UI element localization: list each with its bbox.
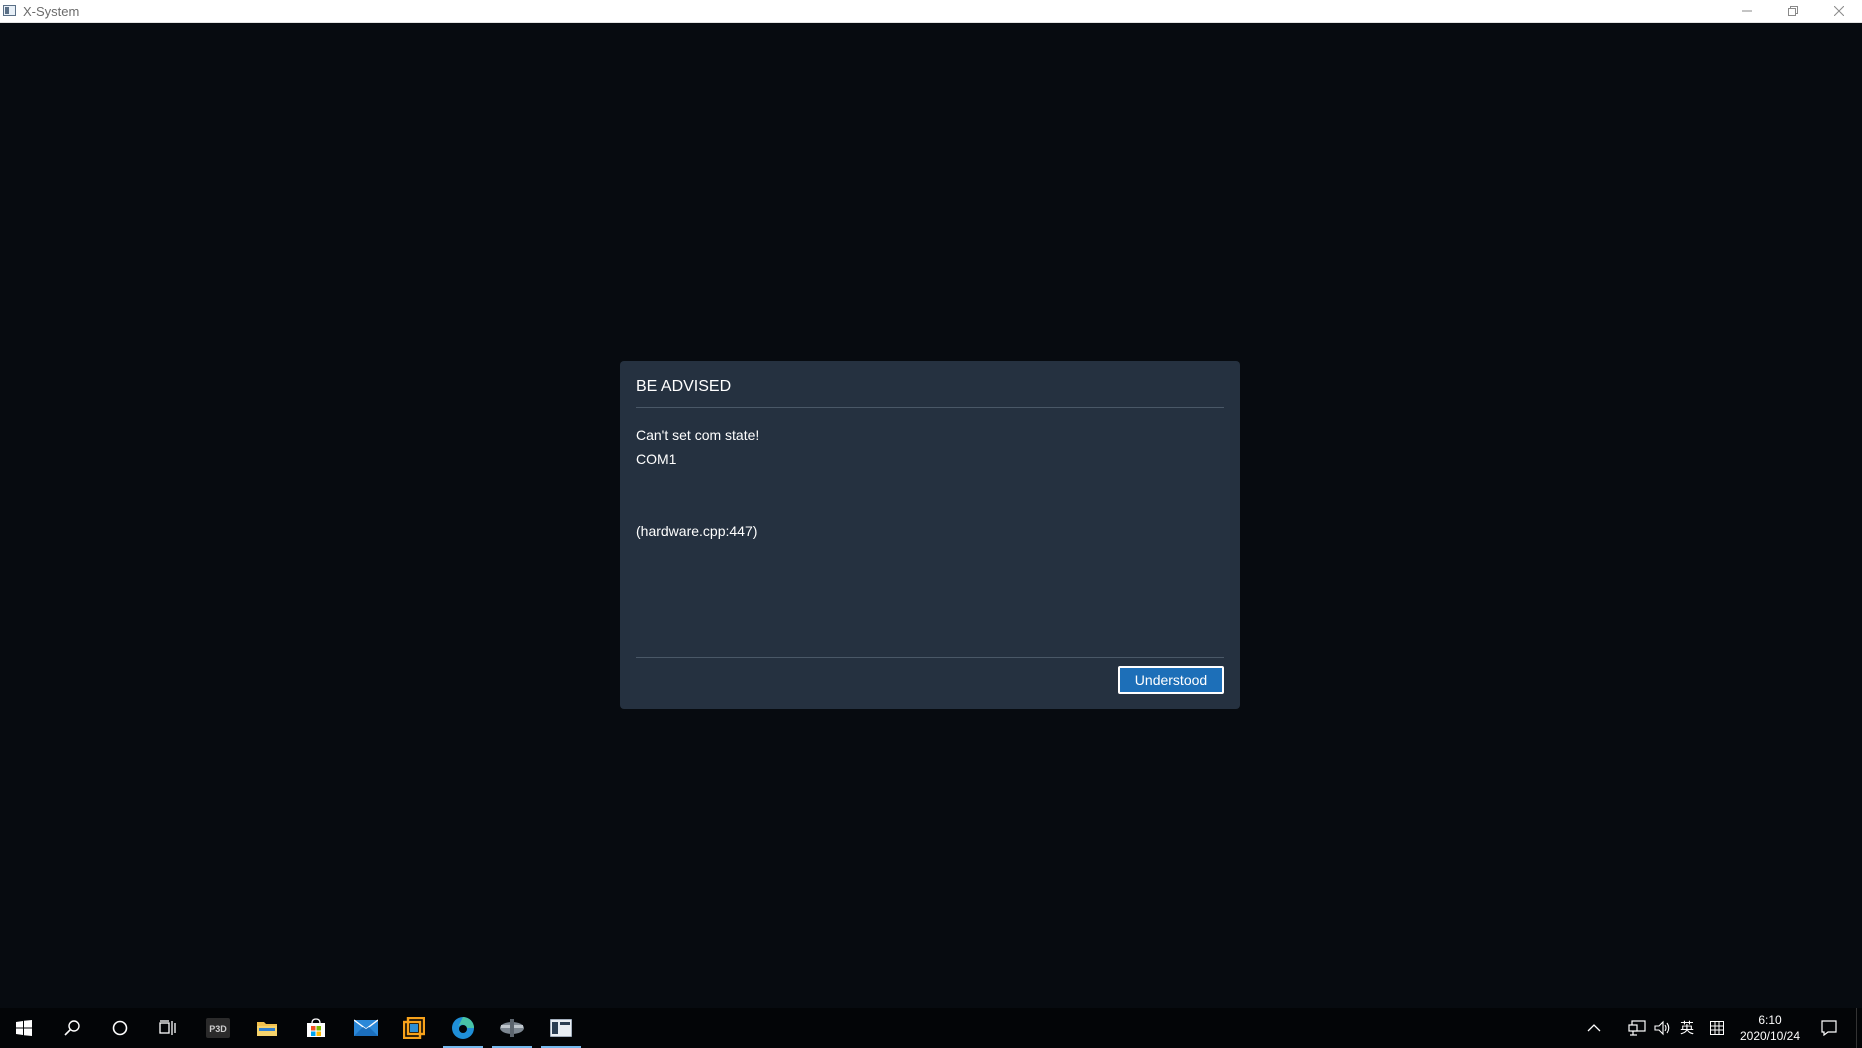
window-title-bar: X-System bbox=[0, 0, 1862, 23]
understood-button[interactable]: Understood bbox=[1118, 666, 1224, 694]
network-button[interactable] bbox=[1626, 1008, 1648, 1048]
aircraft-app-icon bbox=[500, 1019, 524, 1037]
orange-app-icon bbox=[403, 1017, 425, 1039]
chevron-up-icon bbox=[1587, 1024, 1601, 1032]
store-button[interactable] bbox=[292, 1008, 340, 1048]
clock-date: 2020/10/24 bbox=[1739, 1029, 1801, 1043]
notification-icon bbox=[1821, 1020, 1837, 1036]
source-reference: (hardware.cpp:447) bbox=[636, 523, 758, 539]
network-icon bbox=[1628, 1020, 1646, 1036]
message-line: Can't set com state! bbox=[636, 427, 760, 443]
orange-app-button[interactable] bbox=[390, 1008, 438, 1048]
dialog-footer-divider bbox=[636, 657, 1224, 658]
advisory-dialog: BE ADVISED Can't set com state! COM1 (ha… bbox=[620, 361, 1240, 709]
dialog-header-divider bbox=[636, 407, 1224, 408]
tray-overflow-button[interactable] bbox=[1580, 1008, 1608, 1048]
action-center-button[interactable] bbox=[1816, 1008, 1842, 1048]
p3d-app-button[interactable]: P3D bbox=[194, 1008, 242, 1048]
minimize-button[interactable] bbox=[1724, 0, 1770, 22]
file-explorer-button[interactable] bbox=[243, 1008, 291, 1048]
close-icon bbox=[1834, 6, 1844, 16]
start-button[interactable] bbox=[0, 1008, 48, 1048]
p3d-app-icon: P3D bbox=[206, 1018, 230, 1038]
ime-indicator[interactable]: 英 bbox=[1676, 1008, 1698, 1048]
minimize-icon bbox=[1742, 10, 1752, 12]
restore-icon bbox=[1788, 6, 1798, 16]
mail-button[interactable] bbox=[342, 1008, 390, 1048]
x-system-app-button[interactable] bbox=[537, 1008, 585, 1048]
window-controls bbox=[1724, 0, 1862, 23]
app-window-icon bbox=[3, 5, 16, 16]
p3d-label: P3D bbox=[209, 1024, 227, 1034]
taskbar-clock[interactable]: 6:10 2020/10/24 bbox=[1730, 1012, 1810, 1044]
ime-mode-button[interactable] bbox=[1706, 1008, 1728, 1048]
ime-grid-icon bbox=[1710, 1021, 1724, 1035]
edge-icon bbox=[452, 1017, 474, 1039]
show-desktop-button[interactable] bbox=[1856, 1008, 1862, 1048]
clock-time: 6:10 bbox=[1758, 1013, 1782, 1027]
search-button[interactable] bbox=[48, 1008, 96, 1048]
store-icon bbox=[307, 1018, 325, 1037]
task-view-button[interactable] bbox=[144, 1008, 192, 1048]
task-view-icon bbox=[159, 1020, 176, 1035]
dialog-message: Can't set com state! COM1 (hardware.cpp:… bbox=[636, 423, 1224, 543]
cortana-button[interactable] bbox=[96, 1008, 144, 1048]
start-icon bbox=[16, 1020, 32, 1036]
volume-button[interactable] bbox=[1652, 1008, 1674, 1048]
edge-button[interactable] bbox=[439, 1008, 487, 1048]
cortana-icon bbox=[112, 1020, 128, 1036]
restore-button[interactable] bbox=[1770, 0, 1816, 22]
file-explorer-icon bbox=[257, 1022, 277, 1036]
x-system-app-icon bbox=[550, 1019, 572, 1037]
close-button[interactable] bbox=[1816, 0, 1862, 22]
mail-icon bbox=[354, 1019, 378, 1036]
aircraft-app-button[interactable] bbox=[488, 1008, 536, 1048]
window-title: X-System bbox=[23, 4, 80, 19]
volume-icon bbox=[1654, 1020, 1670, 1036]
search-icon bbox=[64, 1020, 80, 1036]
taskbar: P3D 英 6:10 2020/10/24 bbox=[0, 1008, 1862, 1048]
message-line: COM1 bbox=[636, 451, 677, 467]
dialog-title: BE ADVISED bbox=[636, 378, 732, 395]
